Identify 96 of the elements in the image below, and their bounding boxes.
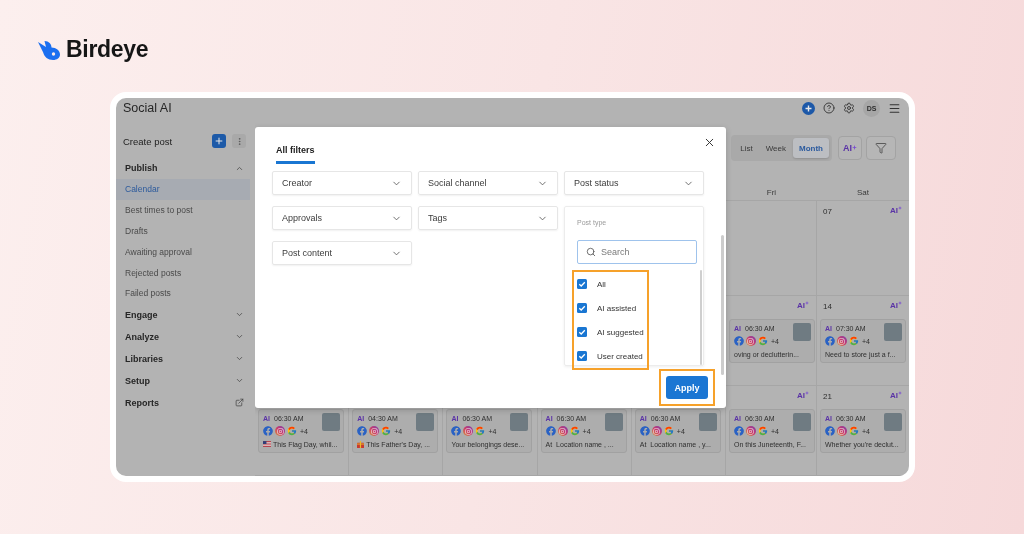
checkbox-label[interactable]: AI assisted (597, 303, 637, 313)
instagram-icon (463, 426, 474, 436)
google-icon (569, 426, 580, 436)
facebook-icon (357, 426, 368, 436)
photo-placeholder (884, 413, 902, 431)
apply-button[interactable]: Apply (666, 376, 708, 399)
facebook-icon (734, 426, 744, 436)
sidebar-item[interactable]: Rejected posts (116, 262, 250, 283)
google-icon (849, 426, 859, 436)
google-icon (758, 426, 768, 436)
google-icon (663, 426, 674, 436)
photo-placeholder (510, 413, 529, 431)
search-icon (586, 247, 596, 257)
checkbox-label[interactable]: All (597, 279, 606, 289)
photo-placeholder (698, 413, 717, 431)
add-button[interactable] (212, 134, 226, 148)
filter-tab[interactable]: All filters (276, 145, 315, 164)
view-tab[interactable]: Month (793, 138, 829, 158)
date-number: 07 (823, 207, 832, 216)
filter-dropdown[interactable]: Post status (564, 171, 704, 195)
filter-dropdown[interactable]: Post content (272, 241, 412, 265)
filter-dropdown[interactable]: Creator (272, 171, 412, 195)
facebook-icon (639, 426, 650, 436)
facebook-icon (825, 426, 835, 436)
sidebar-item[interactable]: Failed posts (116, 283, 250, 304)
photo-placeholder (604, 413, 623, 431)
menu-icon[interactable] (888, 101, 901, 115)
date-number: 14 (823, 302, 832, 311)
ai-label: AI (890, 302, 898, 310)
flag-icon (263, 441, 271, 447)
view-tab[interactable]: List (734, 138, 759, 158)
checkbox-label[interactable]: AI suggested (597, 327, 644, 337)
facebook-icon (734, 336, 744, 346)
logo-icon (37, 39, 61, 60)
facebook-icon (263, 426, 273, 436)
filter-icon (875, 142, 887, 154)
instagram-icon (746, 336, 756, 346)
settings-icon[interactable] (843, 102, 855, 114)
google-icon (381, 426, 392, 436)
checkbox[interactable] (577, 279, 587, 289)
photo-placeholder (322, 413, 340, 431)
google-icon (849, 336, 859, 346)
google-icon (287, 426, 297, 436)
instagram-icon (651, 426, 662, 436)
date-number: 21 (823, 392, 832, 401)
weekday-label: Fri (766, 188, 777, 197)
photo-placeholder (884, 323, 902, 341)
checkbox[interactable] (577, 351, 587, 361)
sparkle-icon (852, 145, 857, 150)
sidebar-section[interactable]: Analyze (116, 325, 250, 348)
view-tab[interactable]: Week (759, 138, 792, 158)
ai-label: AI (797, 302, 805, 310)
facebook-icon (825, 336, 835, 346)
ai-label: AI (797, 392, 805, 400)
app-title: Social AI (123, 101, 172, 115)
sidebar-section[interactable]: Publish (116, 157, 250, 179)
instagram-icon (369, 426, 380, 436)
checkbox-label[interactable]: User created (597, 351, 643, 361)
sidebar-section[interactable]: Engage (116, 303, 250, 326)
sidebar-item[interactable]: Awaiting approval (116, 241, 250, 263)
ai-label: AI (890, 392, 898, 400)
instagram-icon (275, 426, 285, 436)
sidebar-section[interactable]: Setup (116, 369, 250, 392)
instagram-icon (837, 336, 847, 346)
create-post-label: Create post (123, 135, 174, 147)
sidebar-section[interactable]: Libraries (116, 347, 250, 370)
photo-placeholder (416, 413, 435, 431)
weekday-label: Sat (856, 188, 869, 197)
instagram-icon (746, 426, 756, 436)
brand-name: Birdeye (66, 36, 149, 63)
instagram-icon (557, 426, 568, 436)
sidebar-link[interactable]: Reports (116, 391, 250, 414)
close-icon[interactable] (703, 136, 716, 149)
checkbox[interactable] (577, 327, 587, 337)
google-icon (758, 336, 768, 346)
photo-placeholder (793, 413, 811, 431)
scrollbar[interactable] (721, 235, 724, 375)
help-icon[interactable] (823, 102, 835, 114)
instagram-icon (837, 426, 847, 436)
filter-dropdown[interactable]: Social channel (418, 171, 558, 195)
facebook-icon (451, 426, 462, 436)
sidebar-item[interactable]: Best times to post (116, 199, 250, 221)
search-field[interactable]: Search (577, 240, 697, 264)
sidebar-item[interactable]: Drafts (116, 220, 250, 242)
filter-dropdown[interactable]: Approvals (272, 206, 412, 230)
ai-button[interactable]: AI (838, 136, 862, 160)
facebook-icon (545, 426, 556, 436)
photo-placeholder (793, 323, 811, 341)
google-icon (475, 426, 486, 436)
plus-icon (214, 136, 224, 146)
ai-label: AI (890, 207, 898, 215)
gift-icon (357, 440, 365, 448)
external-link-icon (235, 398, 244, 408)
plus-icon[interactable] (802, 101, 815, 115)
checkbox[interactable] (577, 303, 587, 313)
filter-dropdown[interactable]: Tags (418, 206, 558, 230)
